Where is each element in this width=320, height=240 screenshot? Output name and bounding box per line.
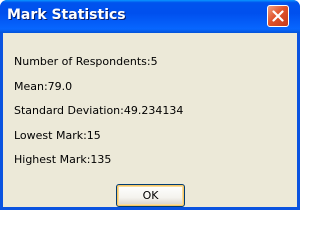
respondents-count-text: Number of Respondents:5 — [14, 55, 158, 68]
close-icon — [272, 10, 284, 22]
lowest-mark-text: Lowest Mark:15 — [14, 129, 101, 142]
mean-text: Mean:79.0 — [14, 80, 73, 93]
standard-deviation-text: Standard Deviation:49.234134 — [14, 104, 184, 117]
ok-button[interactable]: OK — [116, 184, 185, 207]
dialog-window: Mark Statistics Number of Respondents:5 … — [0, 0, 300, 210]
dialog-body: Number of Respondents:5 Mean:79.0 Standa… — [3, 33, 297, 207]
highest-mark-text: Highest Mark:135 — [14, 153, 112, 166]
title-bar[interactable]: Mark Statistics — [0, 0, 300, 33]
close-button[interactable] — [267, 5, 289, 27]
window-title: Mark Statistics — [7, 7, 126, 23]
